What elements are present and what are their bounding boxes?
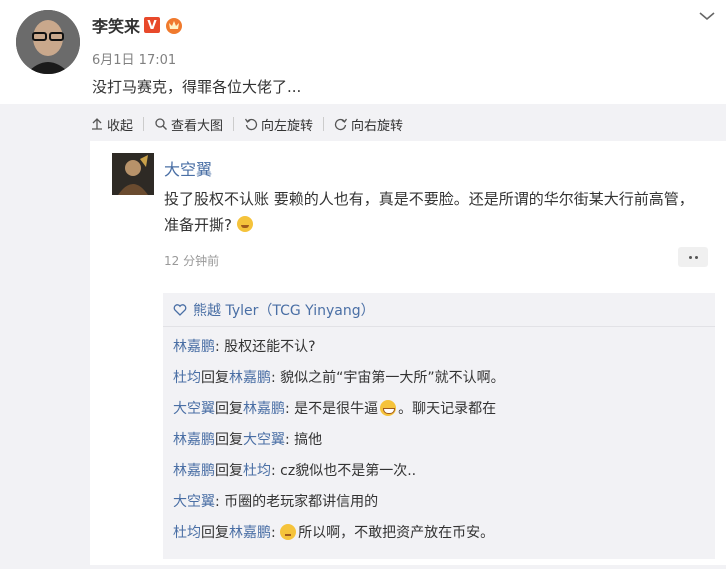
more-options-button[interactable] — [678, 247, 708, 267]
reply-text: : cz貌似也不是第一次.. — [271, 463, 417, 479]
reply-text: : 搞他 — [285, 432, 323, 448]
rotate-left-button[interactable]: 向左旋转 — [244, 115, 313, 134]
comment-screenshot: 大空翼 投了股权不认账 要赖的人也有，真是不要脸。还是所谓的华尔街某大行前高管，… — [90, 141, 726, 565]
thinking-emoji-icon — [280, 524, 297, 540]
commenter-name[interactable]: 大空翼 — [164, 156, 212, 180]
list-item: 大空翼: 币圈的老玩家都讲信用的 — [173, 491, 378, 511]
image-toolbar: 收起 查看大图 向左旋转 向右旋转 — [90, 114, 403, 134]
reply-user[interactable]: 杜均 — [173, 370, 201, 386]
reply-text: : 是不是很牛逼 — [285, 401, 379, 417]
reply-word: 回复 — [201, 525, 229, 541]
divider — [233, 117, 235, 131]
verified-badge-icon: V — [144, 17, 161, 33]
reply-target[interactable]: 大空翼 — [243, 432, 285, 448]
reply-thread: 熊越 Tyler（TCG Yinyang） 林嘉鹏: 股权还能不认? 杜均回复林… — [163, 293, 715, 559]
heart-icon[interactable] — [173, 303, 187, 317]
reply-user[interactable]: 林嘉鹏 — [173, 432, 215, 448]
view-large-button[interactable]: 查看大图 — [154, 115, 223, 134]
commenter-avatar[interactable] — [112, 153, 154, 195]
collapse-button[interactable]: 收起 — [90, 115, 133, 134]
rotate-right-icon — [334, 118, 348, 131]
reply-word: 回复 — [215, 463, 243, 479]
chevron-down-icon[interactable] — [697, 8, 717, 24]
reply-user[interactable]: 大空翼 — [173, 494, 215, 510]
reply-text: : 貌似之前“宇宙第一大所”就不认啊。 — [271, 370, 505, 386]
reply-text: : 股权还能不认? — [215, 339, 316, 355]
reply-text-continued: 。聊天记录都在 — [398, 401, 497, 417]
collapse-label: 收起 — [107, 118, 134, 134]
view-large-label: 查看大图 — [171, 118, 224, 134]
arrow-up-icon — [92, 118, 102, 130]
list-item: 大空翼回复林嘉鹏: 是不是很牛逼 。聊天记录都在 — [173, 398, 496, 418]
reply-text: : — [271, 525, 281, 541]
reply-target[interactable]: 林嘉鹏 — [243, 401, 285, 417]
list-item: 林嘉鹏回复杜均: cz貌似也不是第一次.. — [173, 460, 416, 480]
rotate-left-label: 向左旋转 — [261, 118, 314, 134]
post-time[interactable]: 6月1日 17:01 — [92, 49, 176, 68]
comment-text: 投了股权不认账 要赖的人也有，真是不要脸。还是所谓的华尔街某大行前高管，准备开撕… — [164, 186, 704, 238]
comment-time: 12 分钟前 — [164, 254, 220, 268]
image-viewer-panel: 收起 查看大图 向左旋转 向右旋转 大空翼 投了股权不认账 要赖的人也有，真是不… — [0, 104, 726, 569]
reply-word: 回复 — [201, 370, 229, 386]
post-author-name[interactable]: 李笑来 — [92, 13, 140, 37]
reply-text: : 币圈的老玩家都讲信用的 — [215, 494, 379, 510]
post-author: 李笑来 V — [92, 13, 184, 37]
author-avatar[interactable] — [16, 10, 80, 74]
list-item: 杜均回复林嘉鹏: 所以啊，不敢把资产放在币安。 — [173, 522, 494, 542]
laugh-emoji-icon — [236, 216, 253, 232]
divider — [143, 117, 145, 131]
reply-user[interactable]: 杜均 — [173, 525, 201, 541]
rotate-left-icon — [244, 118, 258, 131]
divider — [163, 326, 715, 327]
rotate-right-label: 向右旋转 — [351, 118, 404, 134]
reply-target[interactable]: 林嘉鹏 — [229, 525, 271, 541]
reply-user[interactable]: 林嘉鹏 — [173, 339, 215, 355]
commenter-avatar-image — [112, 153, 154, 195]
member-crown-icon — [166, 18, 183, 34]
reply-text-continued: 所以啊，不敢把资产放在币安。 — [298, 525, 495, 541]
reply-user[interactable]: 大空翼 — [173, 401, 215, 417]
reply-word: 回复 — [215, 401, 243, 417]
reply-target[interactable]: 林嘉鹏 — [229, 370, 271, 386]
list-item: 林嘉鹏: 股权还能不认? — [173, 336, 316, 356]
reply-word: 回复 — [215, 432, 243, 448]
author-avatar-image — [16, 10, 80, 74]
thread-title[interactable]: 熊越 Tyler（TCG Yinyang） — [193, 300, 375, 320]
list-item: 杜均回复林嘉鹏: 貌似之前“宇宙第一大所”就不认啊。 — [173, 367, 505, 387]
post-text: 没打马赛克，得罪各位大佬了... — [92, 78, 302, 96]
divider — [323, 117, 325, 131]
search-icon — [155, 118, 168, 130]
grin-emoji-icon — [380, 400, 397, 416]
list-item: 林嘉鹏回复大空翼: 搞他 — [173, 429, 322, 449]
rotate-right-button[interactable]: 向右旋转 — [334, 115, 403, 134]
thread-header: 熊越 Tyler（TCG Yinyang） — [173, 300, 375, 320]
reply-target[interactable]: 杜均 — [243, 463, 271, 479]
reply-user[interactable]: 林嘉鹏 — [173, 463, 215, 479]
